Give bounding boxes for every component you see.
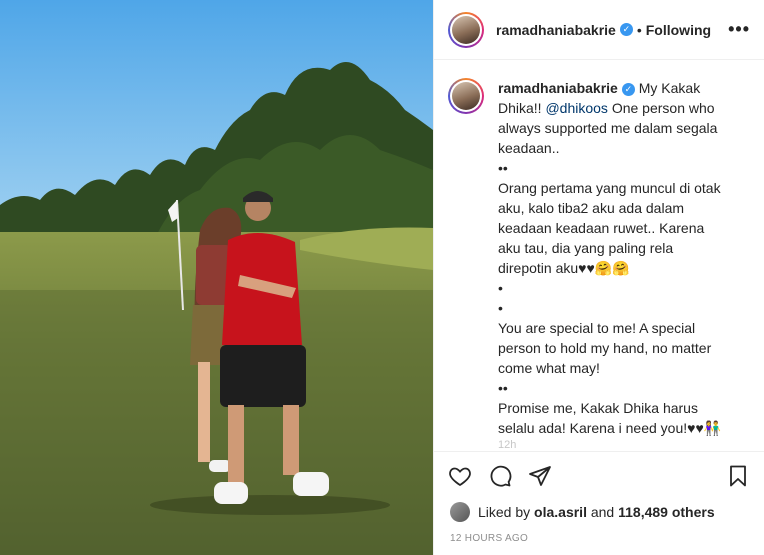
likes-count-link[interactable]: 118,489 others [618, 504, 715, 520]
post-photo[interactable] [0, 0, 433, 555]
post-side-panel: ramadhaniabakrie ✓ • Following ••• ramad… [433, 0, 764, 555]
post-header: ramadhaniabakrie ✓ • Following ••• [434, 0, 764, 60]
liker-avatar[interactable] [450, 502, 470, 522]
post-timestamp[interactable]: 12 HOURS AGO [434, 525, 764, 555]
caption-body: One person who always supported me dalam… [498, 100, 722, 436]
share-icon[interactable] [528, 464, 552, 488]
photo-illustration [0, 0, 433, 555]
caption-time: 12h [498, 439, 517, 451]
caption-area: ramadhaniabakrie ✓ My Kakak Dhika!! @dhik… [434, 60, 764, 451]
likes-middle: and [590, 504, 615, 520]
caption-mention-link[interactable]: @dhikoos [545, 100, 607, 116]
bookmark-icon[interactable] [726, 464, 750, 488]
action-bar [434, 451, 764, 499]
caption-username[interactable]: ramadhaniabakrie [498, 80, 618, 96]
caption-avatar[interactable] [448, 78, 484, 114]
header-separator: • [636, 21, 642, 38]
likes-prefix: Liked by [478, 504, 531, 520]
likes-summary: Liked by ola.asril and 118,489 others [434, 499, 764, 525]
caption-text: ramadhaniabakrie ✓ My Kakak Dhika!! @dhik… [498, 78, 723, 438]
caption-row: ramadhaniabakrie ✓ My Kakak Dhika!! @dhik… [448, 78, 750, 438]
liker-username[interactable]: ola.asril [534, 504, 587, 520]
author-username[interactable]: ramadhaniabakrie [496, 22, 616, 38]
author-avatar[interactable] [448, 11, 484, 48]
verified-badge-icon: ✓ [621, 82, 635, 96]
more-options-icon[interactable]: ••• [728, 19, 750, 40]
verified-badge-icon: ✓ [619, 23, 633, 36]
following-button[interactable]: Following [646, 22, 711, 38]
heart-icon[interactable] [448, 464, 472, 488]
instagram-post: ramadhaniabakrie ✓ • Following ••• ramad… [0, 0, 764, 555]
comment-icon[interactable] [488, 464, 512, 488]
